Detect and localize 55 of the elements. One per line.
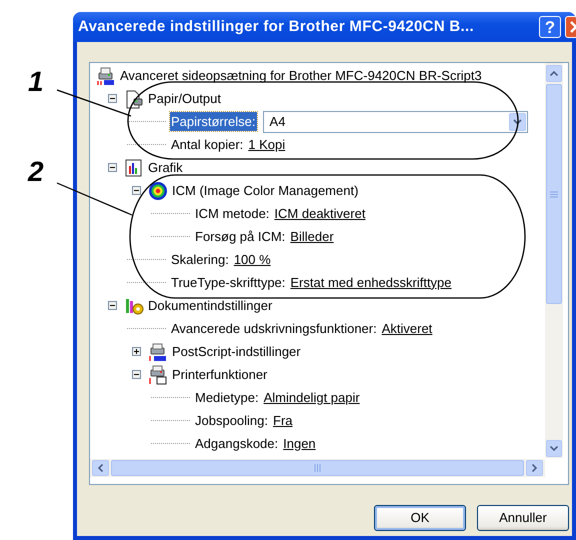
setting-label[interactable]: Jobspooling: — [194, 410, 269, 430]
horizontal-scrollbar[interactable] — [90, 459, 545, 477]
window-title: Avancerede indstillinger for Brother MFC-9420CN B... — [78, 16, 474, 37]
setting-value-link[interactable]: Aktiveret — [382, 318, 432, 338]
scroll-down-button[interactable] — [546, 440, 562, 457]
printer-icon — [148, 364, 168, 384]
expander-icon[interactable] — [132, 186, 141, 195]
callout-number: 2 — [28, 158, 44, 186]
setting-value-link[interactable]: Erstat med enhedsskrifttype — [290, 272, 452, 292]
tree-item[interactable]: Papir/Output — [148, 88, 221, 108]
setting-label[interactable]: Medietype: — [194, 388, 260, 408]
setting-value-link[interactable]: 100 % — [234, 250, 271, 270]
setting-label[interactable]: Avancerede udskrivningsfunktioner: — [170, 318, 378, 338]
printer-icon — [148, 342, 168, 362]
setting-value-link[interactable]: Almindeligt papir — [264, 388, 360, 408]
bar-chart-icon — [124, 158, 144, 178]
tree-item[interactable]: PostScript-indstillinger — [172, 342, 301, 362]
tree-item[interactable]: ICM (Image Color Management) — [172, 180, 358, 200]
expander-icon[interactable] — [132, 370, 141, 379]
printer-icon — [96, 66, 116, 86]
expander-icon[interactable] — [132, 347, 141, 356]
expander-icon[interactable] — [108, 163, 117, 172]
tree-item[interactable]: Dokumentindstillinger — [148, 296, 272, 316]
setting-label[interactable]: TrueType-skrifttype: — [170, 272, 286, 292]
setting-value-link[interactable]: ICM deaktiveret — [274, 204, 366, 224]
expander-icon[interactable] — [108, 94, 117, 103]
help-button[interactable]: ? — [539, 16, 561, 38]
setting-label[interactable]: Papirstørrelse: — [170, 112, 257, 132]
grip-icon — [314, 464, 321, 472]
vertical-scrollbar[interactable] — [545, 63, 563, 458]
tree-item[interactable]: Grafik — [148, 158, 183, 178]
callout-number: 1 — [28, 68, 44, 96]
setting-label[interactable]: Adgangskode: — [194, 434, 280, 454]
scroll-left-button[interactable] — [92, 460, 109, 476]
paper-printer-icon — [124, 88, 144, 108]
dialog-button[interactable]: Annuller — [477, 505, 569, 531]
dialog-button[interactable]: OK — [374, 505, 466, 531]
grip-icon — [550, 190, 558, 198]
setting-label[interactable]: Skalering: — [170, 250, 230, 270]
scroll-thumb[interactable] — [546, 84, 562, 304]
tree-item[interactable]: Printerfunktioner — [172, 364, 268, 384]
scroll-up-button[interactable] — [546, 65, 562, 82]
tree-item[interactable]: Avanceret sideopsætning for Brother MFC-9420CN BR-Script3 — [120, 66, 482, 86]
setting-value-link[interactable]: Fra — [273, 410, 292, 430]
setting-label[interactable]: Forsøg på ICM: — [194, 226, 286, 246]
expander-icon[interactable] — [108, 301, 117, 310]
scroll-right-button[interactable] — [526, 460, 543, 476]
dropdown-field[interactable]: A4 — [262, 110, 528, 132]
setting-value-link[interactable]: 1 Kopi — [248, 134, 286, 154]
setting-label[interactable]: ICM metode: — [194, 204, 270, 224]
setting-label[interactable]: Antal kopier: — [170, 134, 244, 154]
setting-value-link[interactable]: Ingen — [283, 434, 316, 454]
scroll-thumb[interactable] — [111, 460, 524, 476]
setting-value-link[interactable]: Billeder — [290, 226, 334, 246]
color-wheel-icon — [148, 180, 168, 200]
